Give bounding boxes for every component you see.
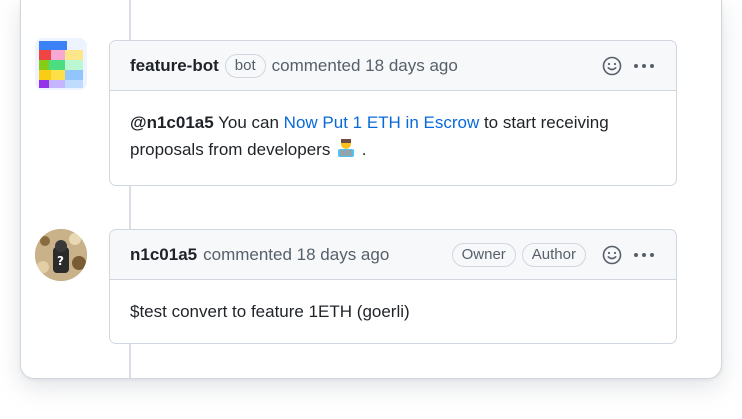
comment-body: $test convert to feature 1ETH (goerli) [110,280,676,343]
comment-header: feature-bot bot commented 18 days ago [110,41,676,91]
comment-timestamp[interactable]: commented 18 days ago [272,56,458,76]
smiley-icon[interactable] [600,243,624,267]
kebab-horizontal-icon[interactable] [632,243,656,267]
comment-bot: feature-bot bot commented 18 days ago @n… [109,40,677,186]
kebab-horizontal-icon[interactable] [632,54,656,78]
comment-timestamp[interactable]: commented 18 days ago [203,245,389,265]
comment-author[interactable]: feature-bot [130,56,219,76]
timeline-card: feature-bot bot commented 18 days ago @n… [20,0,722,379]
bot-avatar-image [35,38,87,90]
user-avatar[interactable]: ? [35,229,87,281]
bot-badge: bot [224,53,266,78]
bot-avatar[interactable] [35,38,87,90]
comment-header: n1c01a5 commented 18 days ago Owner Auth… [110,230,676,280]
comment-user: n1c01a5 commented 18 days ago Owner Auth… [109,229,677,344]
svg-text:?: ? [57,254,64,268]
comment-text: $test convert to feature 1ETH (goerli) [130,302,410,321]
comment-text: . [361,140,367,159]
comment-text: You can [213,113,284,132]
comment-body: @n1c01a5 You can Now Put 1 ETH in Escrow… [110,91,676,185]
smiley-icon[interactable] [600,54,624,78]
user-mention[interactable]: @n1c01a5 [130,113,214,132]
comment-author[interactable]: n1c01a5 [130,245,197,265]
author-badge: Author [521,242,586,267]
user-avatar-image: ? [35,229,87,281]
technologist-emoji [335,137,357,167]
owner-badge: Owner [451,242,516,267]
escrow-link[interactable]: Now Put 1 ETH in Escrow [284,113,480,132]
